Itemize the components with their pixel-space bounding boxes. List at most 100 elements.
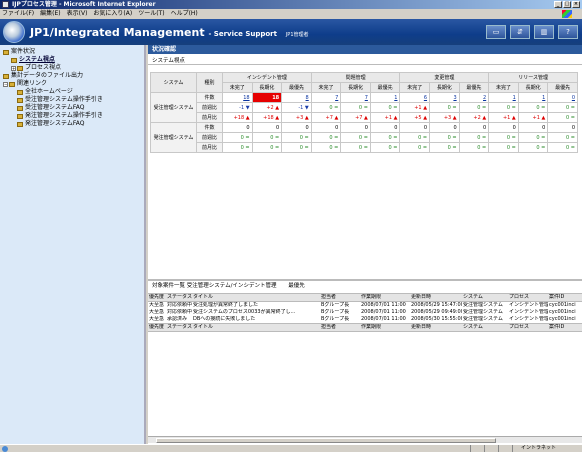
table-row[interactable]: 大至急 対応依頼中 受注処理が異常終了しました Bグループ長 2008/07/01 11… xyxy=(148,302,582,310)
menu-file[interactable]: ファイル(F) xyxy=(2,9,34,19)
stat-cell: 0 = xyxy=(429,132,460,143)
list-column-header[interactable]: 更新日時 xyxy=(410,293,462,302)
list-column-header[interactable]: システム xyxy=(462,323,508,332)
list-column-header[interactable]: プロセス xyxy=(508,293,548,302)
stat-cell: 0 = xyxy=(458,142,490,153)
stat-cell: 0 = xyxy=(488,142,519,153)
minimize-button[interactable]: _ xyxy=(554,1,562,8)
list-column-header[interactable]: ステータス xyxy=(166,323,192,332)
group-header: 変更管理 xyxy=(399,72,490,83)
count-link[interactable]: 1 xyxy=(517,92,549,103)
sidebar-item-label: 発注管理システム操作手引き xyxy=(25,112,103,119)
stat-cell: 0 = xyxy=(429,102,460,113)
expand-icon[interactable]: + xyxy=(11,65,16,71)
menu-tools[interactable]: ツール(T) xyxy=(138,9,164,19)
count-link[interactable]: 18 xyxy=(251,92,283,103)
menu-help[interactable]: ヘルプ(H) xyxy=(171,9,198,19)
sidebar-item-label: 集計データのファイル出力 xyxy=(11,72,84,79)
sidebar-item-links[interactable]: − 関連リンク xyxy=(3,80,144,88)
scrollbar-thumb[interactable] xyxy=(156,438,496,443)
sidebar-item-link-order-faq[interactable]: 受注管理システムFAQ xyxy=(3,104,144,112)
window-titlebar: IJPプロセス管理 - Microsoft Internet Explorer … xyxy=(0,0,582,9)
stat-cell: 0 xyxy=(310,122,342,133)
list-column-header[interactable]: 更新日時 xyxy=(410,323,462,332)
horizontal-scrollbar[interactable] xyxy=(148,436,582,443)
list-column-header[interactable]: 案件ID xyxy=(548,323,582,332)
case-title-link[interactable]: DBへの接続に失敗しました xyxy=(192,316,320,324)
sidebar-item-label: 関連リンク xyxy=(17,80,48,87)
stat-cell: 0 xyxy=(340,122,371,133)
table-row[interactable]: 大至急 対応依頼中 受注システムのプロセス0033が異常終了し... Bグループ長 20… xyxy=(148,309,582,316)
case-list-table: 優先度 ステータス タイトル 担当者 作業期限 更新日時 システム プロセス 案件ID 大至急対… xyxy=(148,293,582,332)
list-column-header[interactable]: システム xyxy=(462,293,508,302)
app-header: JP1/Integrated Management - Service Supp… xyxy=(0,19,582,45)
list-column-header[interactable]: 案件ID xyxy=(548,293,582,302)
menu-view[interactable]: 表示(V) xyxy=(67,9,88,19)
stat-cell: +2 ▲ xyxy=(251,102,283,113)
count-link[interactable]: 2 xyxy=(458,92,490,103)
list-column-header[interactable]: プロセス xyxy=(508,323,548,332)
close-button[interactable]: × xyxy=(572,1,580,8)
count-link[interactable]: 7 xyxy=(310,92,342,103)
monitor-icon[interactable]: ▭ xyxy=(486,25,506,39)
list-cell: 大至急 xyxy=(149,316,165,322)
view-icon xyxy=(11,57,17,63)
stat-row: 前月比 +18 ▲ +18 ▲ +3 ▲ +7 ▲ +7 ▲ +1 ▲ +5 ▲ +3 ▲ +2 … xyxy=(151,112,578,123)
list-column-header[interactable]: タイトル xyxy=(192,323,320,332)
export-icon xyxy=(3,73,9,79)
sidebar-item-link-purchase-faq[interactable]: 発注管理システムFAQ xyxy=(3,120,144,128)
row-kind-label: 件数 xyxy=(196,92,223,103)
stat-cell: 0 xyxy=(399,122,431,133)
stat-row: 前週比 0 = 0 = 0 = 0 = 0 = 0 = 0 = 0 = 0 = 0 = 0 = 0 = xyxy=(151,132,578,143)
sidebar-item-process-view[interactable]: + プロセス視点 xyxy=(3,64,144,72)
case-title-link[interactable]: 受注システムのプロセス0033が異常終了し... xyxy=(192,309,320,316)
menu-edit[interactable]: 編集(E) xyxy=(40,9,60,19)
ie-status-icon xyxy=(2,446,8,452)
sidebar-item-label: 受注管理システムFAQ xyxy=(25,104,85,111)
list-column-header[interactable]: タイトル xyxy=(192,293,320,302)
list-column-header[interactable]: ステータス xyxy=(166,293,192,302)
priority-tab[interactable]: 最優先 xyxy=(288,283,305,289)
stat-cell: +3 ▲ xyxy=(429,112,460,123)
list-cell: 2008/05/29 09:49:00 xyxy=(411,309,462,315)
app-icon xyxy=(2,1,9,8)
help-icon[interactable]: ? xyxy=(558,25,578,39)
sidebar-item-label: 発注管理システムFAQ xyxy=(25,120,85,127)
stat-cell: 0 = xyxy=(251,132,283,143)
group-header: 問題管理 xyxy=(310,72,401,83)
list-column-header[interactable]: 作業期限 xyxy=(360,323,410,332)
collapse-icon[interactable]: − xyxy=(3,81,8,87)
count-link[interactable]: 0 xyxy=(547,92,578,103)
list-column-header[interactable]: 優先度 xyxy=(148,323,166,332)
count-link[interactable]: 1 xyxy=(488,92,519,103)
sidebar-item-system-view[interactable]: システム視点 xyxy=(3,56,144,64)
view-icon xyxy=(17,65,23,71)
maximize-button[interactable]: □ xyxy=(563,1,571,8)
status-table: システム 種別 インシデント管理 問題管理 変更管理 リリース管理 未完了 長期化… xyxy=(150,72,578,153)
count-link[interactable]: 3 xyxy=(429,92,460,103)
count-link[interactable]: 18 xyxy=(222,92,253,103)
list-column-header[interactable]: 担当者 xyxy=(320,323,360,332)
count-link[interactable]: 6 xyxy=(399,92,431,103)
table-row[interactable]: 大至急 承認済み DBへの接続に失敗しました Bグループ長 2008/07/01 11:… xyxy=(148,316,582,324)
jp1-logo-icon xyxy=(3,21,25,43)
sidebar-item-link-purchase-guide[interactable]: 発注管理システム操作手引き xyxy=(3,112,144,120)
menu-favorites[interactable]: お気に入り(A) xyxy=(93,9,132,19)
list-column-header[interactable]: 作業期限 xyxy=(360,293,410,302)
count-link[interactable]: 7 xyxy=(340,92,371,103)
case-title-link[interactable]: 受注処理が異常終了しました xyxy=(192,302,320,310)
count-link[interactable]: 8 xyxy=(281,92,312,103)
list-column-header[interactable]: 優先度 xyxy=(148,293,166,302)
stat-row: 受注管理システム 件数 18 18 8 7 7 1 6 3 2 1 1 0 xyxy=(150,92,578,123)
sidebar-item-case-status[interactable]: 案件状況 xyxy=(3,48,144,56)
sidebar-item-link-homepage[interactable]: 全社ホームページ xyxy=(3,88,144,96)
book-icon[interactable]: ▥ xyxy=(534,25,554,39)
sidebar-item-link-order-guide[interactable]: 受注管理システム操作手引き xyxy=(3,96,144,104)
network-icon[interactable]: ⇵ xyxy=(510,25,530,39)
stat-cell: 0 = xyxy=(547,142,578,153)
list-column-header[interactable]: 担当者 xyxy=(320,293,360,302)
sidebar-item-export[interactable]: 集計データのファイル出力 xyxy=(3,72,144,80)
list-cell: 受注管理システム xyxy=(463,309,503,315)
stat-cell: +18 ▲ xyxy=(251,112,283,123)
count-link[interactable]: 1 xyxy=(369,92,401,103)
